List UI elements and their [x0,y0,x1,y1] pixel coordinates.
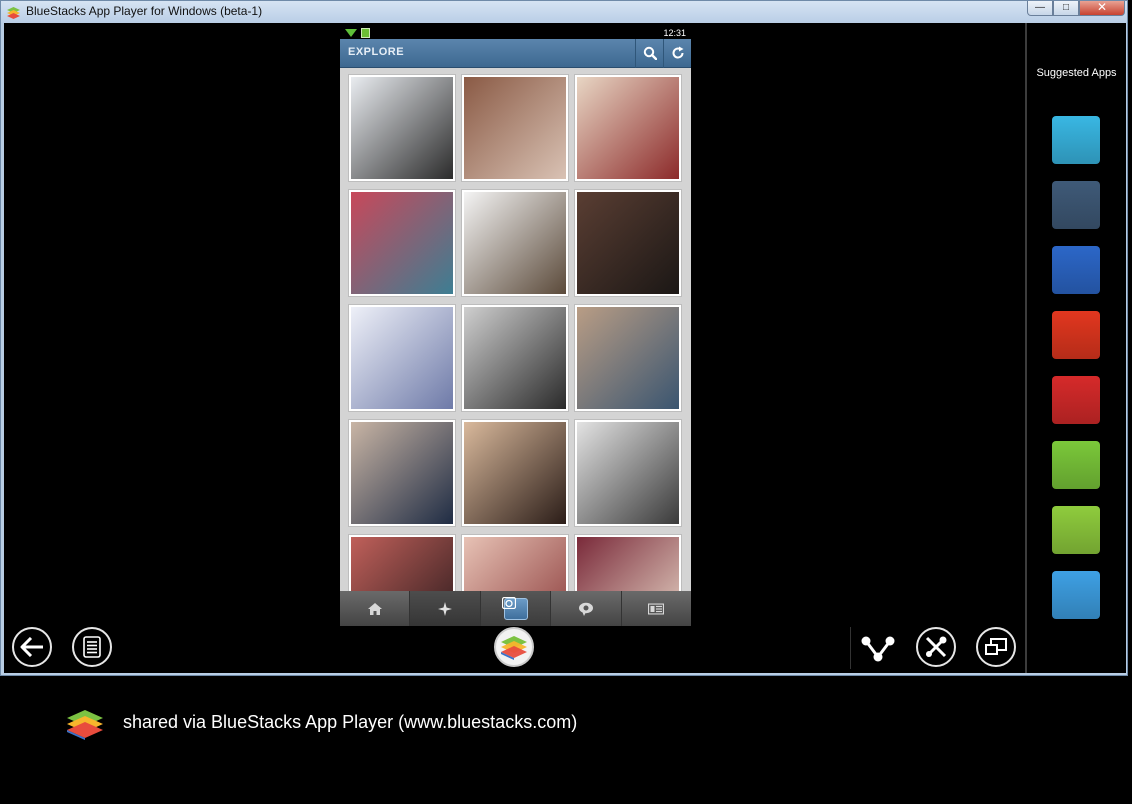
photo-thumbnail [464,192,566,294]
photo-youtube-screenshot[interactable] [348,74,456,182]
photo-thumbnail [351,77,453,179]
share-button[interactable] [858,629,898,669]
home-icon [367,602,382,615]
app-twitter-bird[interactable] [1052,571,1100,619]
android-status-bar: 12:31 [340,27,691,39]
fullscreen-button[interactable] [976,627,1016,667]
bluestacks-logo-icon [501,636,527,660]
share-icon [861,636,895,662]
bluestacks-logo-icon [67,710,103,740]
app-ubersocial[interactable] [1052,441,1100,489]
photo-boy-portrait[interactable] [348,419,456,527]
search-button[interactable] [635,39,663,68]
photo-cowboy-hat[interactable] [574,304,682,412]
home-button[interactable] [494,627,534,667]
page-title: EXPLORE [348,46,405,58]
photo-thumbnail [577,77,679,179]
photo-thumbnail [464,77,566,179]
refresh-button[interactable] [663,39,691,68]
photo-kitten[interactable] [461,304,569,412]
app-raccoon[interactable] [1052,376,1100,424]
suggested-apps-sidebar: Suggested Apps [1025,23,1126,673]
screen: BlueStacks App Player for Windows (beta-… [0,0,1132,804]
minimize-button[interactable]: — [1027,1,1053,16]
photo-flag-shorts[interactable] [574,74,682,182]
divider [850,627,851,669]
title-bar[interactable]: BlueStacks App Player for Windows (beta-… [1,1,1127,23]
app-bing-maps[interactable] [1052,116,1100,164]
client-area: 12:31 EXPLORE [4,23,1125,673]
photo-red-caps[interactable] [348,189,456,297]
app-badoo[interactable] [1052,311,1100,359]
photo-thumbnail [577,307,679,409]
photo-thumbnail [351,307,453,409]
photo-nail-art[interactable] [461,419,569,527]
photo-1000-sek-ad[interactable] [348,304,456,412]
photo-thumbnail [351,192,453,294]
photo-portrait-woman[interactable] [574,189,682,297]
settings-button[interactable] [916,627,956,667]
app-messenger[interactable] [1052,246,1100,294]
back-button[interactable] [12,627,52,667]
window-title: BlueStacks App Player for Windows (beta-… [26,4,263,18]
menu-button[interactable] [72,627,112,667]
camera-icon [501,596,528,620]
window-resize-icon [985,638,1007,655]
sidebar-title: Suggested Apps [1036,67,1117,79]
back-arrow-icon [20,637,43,657]
explore-icon [438,601,453,616]
menu-icon [83,636,101,658]
wifi-icon [345,29,357,37]
status-clock: 12:31 [663,28,686,38]
shared-via-caption: shared via BlueStacks App Player (www.bl… [123,712,578,732]
tab-camera[interactable] [480,591,552,626]
photo-thumbnail [464,307,566,409]
profile-icon [648,603,665,614]
tab-home[interactable] [340,591,411,626]
photo-milkshakes[interactable] [461,189,569,297]
app-kik[interactable] [1052,506,1100,554]
window-controls: — □ ✕ [1027,1,1125,16]
bluestacks-window: BlueStacks App Player for Windows (beta-… [0,0,1128,676]
tab-activity[interactable] [551,591,622,626]
photo-thumbnail [464,422,566,524]
photo-chanel-outfit[interactable] [574,419,682,527]
refresh-icon [672,46,684,59]
tools-icon [925,636,947,658]
activity-icon [578,602,593,616]
app-header: EXPLORE [340,39,691,68]
bottom-tab-bar [340,591,691,626]
android-screen: 12:31 EXPLORE [340,27,691,626]
maximize-button[interactable]: □ [1053,1,1079,16]
app-tumblr[interactable] [1052,181,1100,229]
tab-explore[interactable] [410,591,481,626]
photo-thumbnail [577,192,679,294]
search-icon [643,46,657,60]
photo-collage-girls[interactable] [461,74,569,182]
notification-icon [361,28,370,38]
tab-profile[interactable] [622,591,691,626]
bluestacks-logo-icon [7,7,20,19]
close-button[interactable]: ✕ [1079,1,1125,16]
photo-thumbnail [351,422,453,524]
photo-thumbnail [577,422,679,524]
